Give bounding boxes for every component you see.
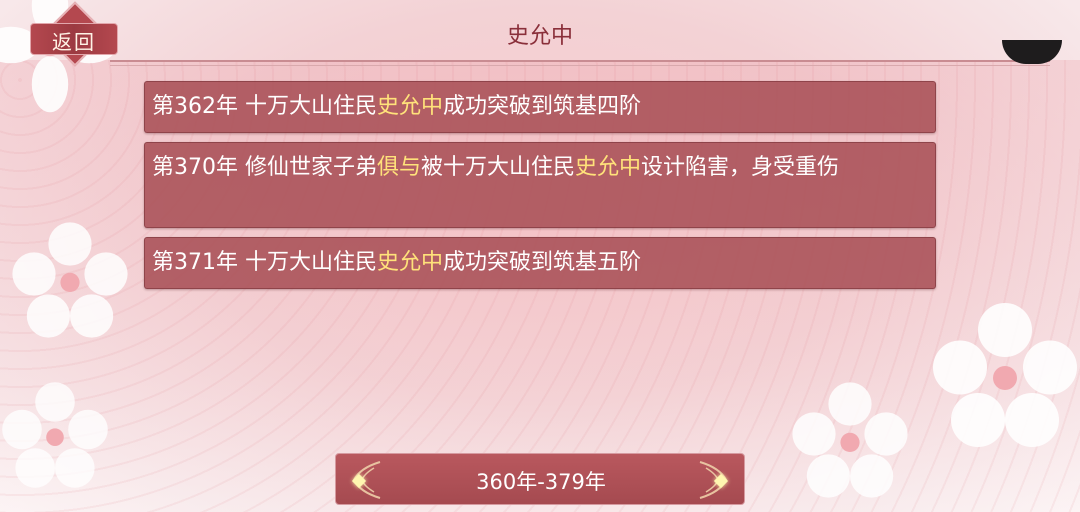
back-button[interactable]: 返回 <box>30 1 118 67</box>
header-divider <box>110 60 1050 62</box>
event-person-link[interactable]: 史允中 <box>377 250 443 275</box>
event-person-link[interactable]: 史允中 <box>575 155 641 180</box>
event-person-link[interactable]: 俱与 <box>377 155 421 180</box>
event-list: 第362年 十万大山住民史允中成功突破到筑基四阶 第370年 修仙世家子弟俱与被… <box>144 81 936 298</box>
blossom-decoration-bottom-left <box>2 382 108 488</box>
back-button-label: 返回 <box>52 30 96 54</box>
range-next-button[interactable] <box>696 458 740 502</box>
year-range-selector[interactable]: 360年-379年 <box>335 453 745 505</box>
event-text-suffix: 成功突破到筑基五阶 <box>443 250 642 275</box>
event-text-prefix: 第371年 十万大山住民 <box>152 250 377 275</box>
event-text-prefix: 第370年 修仙世家子弟 <box>152 155 377 180</box>
header-divider-thin <box>110 65 1050 66</box>
event-text-prefix: 第362年 十万大山住民 <box>152 94 377 119</box>
event-text-middle: 被十万大山住民 <box>421 155 576 180</box>
header-bar: 史允中 返回 <box>0 0 1080 68</box>
blossom-decoration-left <box>12 222 128 338</box>
year-range-label: 360年-379年 <box>476 470 606 494</box>
blossom-decoration-right <box>933 303 1077 447</box>
event-item: 第370年 修仙世家子弟俱与被十万大山住民史允中设计陷害，身受重伤 <box>144 142 936 228</box>
event-person-link[interactable]: 史允中 <box>377 94 443 119</box>
event-item: 第362年 十万大山住民史允中成功突破到筑基四阶 <box>144 81 936 133</box>
page-title: 史允中 <box>506 24 573 49</box>
event-text-suffix: 成功突破到筑基四阶 <box>443 94 642 119</box>
event-item: 第371年 十万大山住民史允中成功突破到筑基五阶 <box>144 237 936 289</box>
event-text-suffix: 设计陷害，身受重伤 <box>641 155 840 180</box>
blossom-decoration-bottom-right <box>792 382 908 498</box>
